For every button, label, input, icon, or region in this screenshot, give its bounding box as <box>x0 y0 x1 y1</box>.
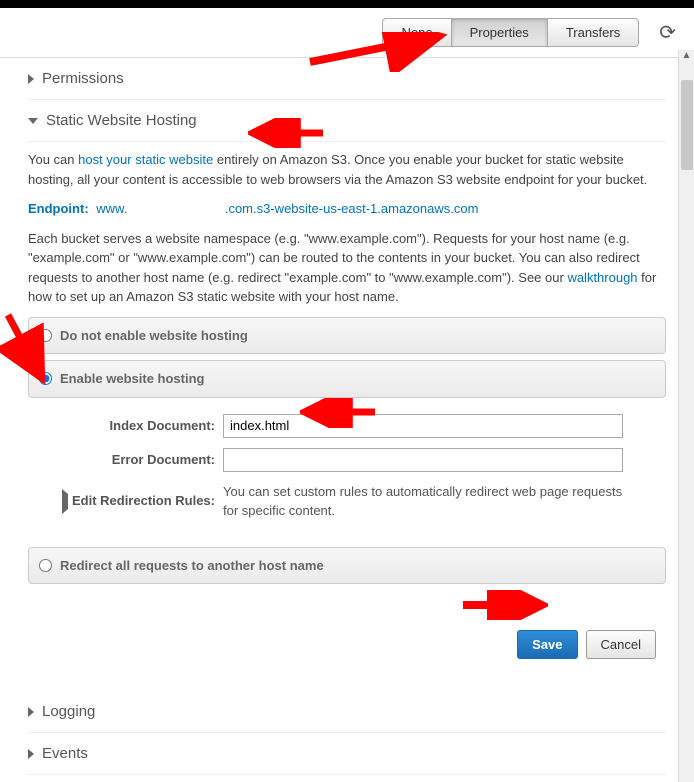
tab-transfers[interactable]: Transfers <box>547 18 639 47</box>
index-document-input[interactable] <box>223 414 623 438</box>
content-area: Permissions Static Website Hosting You c… <box>0 58 694 782</box>
section-title: Permissions <box>42 70 124 87</box>
error-document-row: Error Document: <box>28 448 666 472</box>
section-title: Static Website Hosting <box>46 112 197 129</box>
section-title: Events <box>42 745 88 762</box>
radio-disable-hosting[interactable]: Do not enable website hosting <box>28 317 666 355</box>
endpoint-line: Endpoint: www.xxxxxxxxxxxxxxx.com.s3-web… <box>28 199 666 219</box>
section-logging[interactable]: Logging <box>28 691 666 733</box>
section-static-hosting[interactable]: Static Website Hosting <box>28 100 666 142</box>
edit-redirection-rules-row: Edit Redirection Rules: You can set cust… <box>28 482 666 521</box>
caret-right-icon <box>28 749 34 759</box>
host-static-link[interactable]: host your static website <box>78 152 213 167</box>
error-document-label: Error Document: <box>28 450 223 470</box>
vertical-scrollbar[interactable]: ▲ <box>678 50 694 782</box>
window-top-border <box>0 0 694 8</box>
radio-redirect-all[interactable]: Redirect all requests to another host na… <box>28 547 666 585</box>
radio-enable-hosting[interactable]: Enable website hosting <box>28 360 666 398</box>
error-document-input[interactable] <box>223 448 623 472</box>
edit-redirection-rules-desc: You can set custom rules to automaticall… <box>223 482 623 521</box>
enable-hosting-form: Index Document: Error Document: Edit Red… <box>28 404 666 541</box>
radio-redirect-input[interactable] <box>39 559 52 572</box>
scroll-thumb[interactable] <box>681 80 693 170</box>
refresh-icon[interactable]: ⟳ <box>659 20 676 45</box>
hosting-para2: Each bucket serves a website namespace (… <box>28 229 666 307</box>
hosting-intro: You can host your static website entirel… <box>28 150 666 189</box>
scroll-up-icon[interactable]: ▲ <box>679 50 694 66</box>
section-versioning[interactable]: Versioning <box>28 775 666 782</box>
radio-enable-input[interactable] <box>39 372 52 385</box>
walkthrough-link[interactable]: walkthrough <box>567 270 637 285</box>
tabs-row: None Properties Transfers ⟳ <box>0 8 694 58</box>
caret-right-icon <box>28 707 34 717</box>
section-permissions[interactable]: Permissions <box>28 58 666 100</box>
caret-right-icon <box>28 74 34 84</box>
endpoint-label: Endpoint: <box>28 201 89 216</box>
save-button[interactable]: Save <box>517 630 577 659</box>
tab-properties[interactable]: Properties <box>451 18 548 47</box>
radio-disable-input[interactable] <box>39 329 52 342</box>
index-document-label: Index Document: <box>28 416 223 436</box>
caret-down-icon <box>28 118 38 124</box>
section-events[interactable]: Events <box>28 733 666 775</box>
index-document-row: Index Document: <box>28 414 666 438</box>
caret-right-icon <box>62 489 68 514</box>
section-title: Logging <box>42 703 95 720</box>
static-hosting-body: You can host your static website entirel… <box>28 142 666 691</box>
buttons-row: Save Cancel <box>28 590 666 675</box>
edit-redirection-rules-label[interactable]: Edit Redirection Rules: <box>28 491 223 511</box>
endpoint-link[interactable]: www.xxxxxxxxxxxxxxx.com.s3-website-us-ea… <box>96 201 478 216</box>
tab-none[interactable]: None <box>382 18 451 47</box>
cancel-button[interactable]: Cancel <box>586 630 656 659</box>
